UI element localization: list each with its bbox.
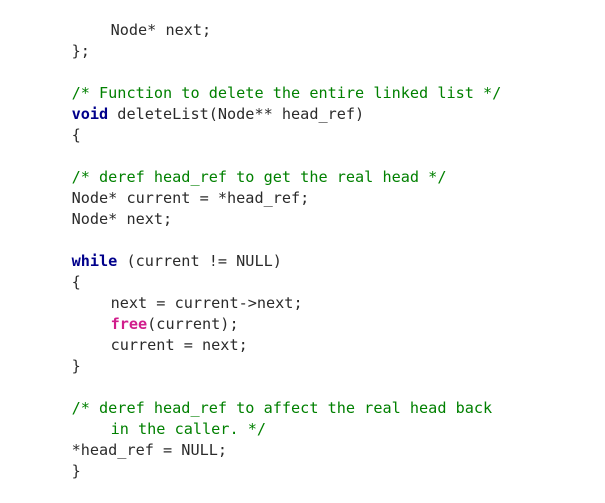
code-text: Node* next; xyxy=(110,21,212,39)
code-line-1: Node* next; xyxy=(35,0,212,39)
code-line-4: /* Function to delete the entire linked … xyxy=(35,62,502,102)
code-line-2: }; xyxy=(35,20,90,60)
code-line-16: current = next; xyxy=(35,314,248,354)
code-line-22: } xyxy=(35,440,81,480)
code-text: } xyxy=(71,357,81,375)
code-line-14: next = current->next; xyxy=(35,272,303,312)
code-line-10: Node* next; xyxy=(35,188,173,228)
code-text: current = next; xyxy=(110,336,248,354)
code-text: Node* next; xyxy=(71,210,173,228)
code-text: (current != NULL) xyxy=(117,252,282,270)
code-view: Node* next; }; /* Function to delete the… xyxy=(0,0,605,480)
code-line-5: void deleteList(Node** head_ref) xyxy=(35,83,365,123)
code-line-17: } xyxy=(35,335,81,375)
code-text: } xyxy=(71,462,81,480)
code-line-6: { xyxy=(35,104,81,144)
code-text: }; xyxy=(71,42,90,60)
code-line-13: { xyxy=(35,251,81,291)
code-line-9: Node* current = *head_ref; xyxy=(35,167,310,207)
code-text: *head_ref = NULL; xyxy=(71,441,228,459)
code-text: { xyxy=(71,126,81,144)
code-line-21: *head_ref = NULL; xyxy=(35,419,227,459)
code-text: deleteList(Node** head_ref) xyxy=(108,105,365,123)
code-line-12: while (current != NULL) xyxy=(35,230,282,270)
code-line-8: /* deref head_ref to get the real head *… xyxy=(35,146,447,186)
code-line-15: free(current); xyxy=(35,293,239,333)
code-line-20: in the caller. */ xyxy=(35,398,266,438)
code-line-19: /* deref head_ref to affect the real hea… xyxy=(35,377,493,417)
